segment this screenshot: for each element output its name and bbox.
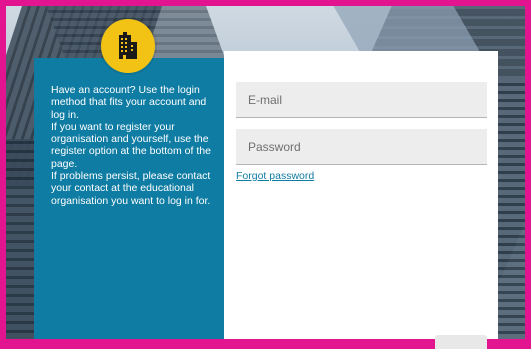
info-panel: Have an account? Use the login method th…	[34, 58, 224, 339]
organisation-logo	[101, 19, 155, 73]
password-field-container	[236, 129, 487, 165]
password-field[interactable]	[236, 129, 487, 164]
building-icon	[119, 32, 137, 59]
login-form: Forgot password	[224, 51, 498, 349]
email-field[interactable]	[236, 82, 487, 117]
login-instructions: Have an account? Use the login method th…	[51, 84, 211, 207]
email-field-container	[236, 82, 487, 118]
login-button[interactable]	[435, 335, 487, 349]
forgot-password-link[interactable]: Forgot password	[236, 170, 314, 182]
